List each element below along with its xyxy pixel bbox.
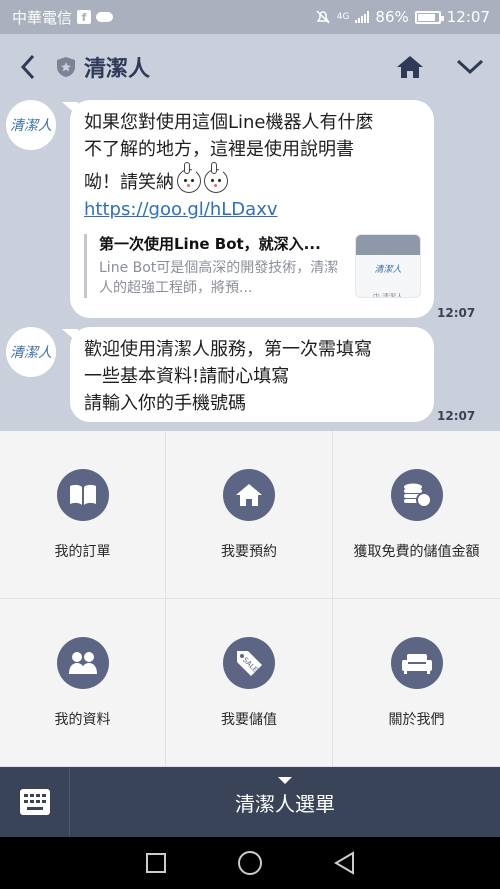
menu-item-booking[interactable]: 我要預約 — [166, 431, 333, 599]
system-nav-bar — [0, 837, 500, 889]
menu-item-label: 我的訂單 — [54, 544, 111, 560]
caret-down-icon — [278, 777, 292, 784]
menu-item-label: 我要預約 — [221, 544, 277, 560]
message-line: 呦！請笑納 — [84, 172, 174, 193]
chat-header: 清潔人 — [0, 34, 500, 100]
preview-thumbnail: 清潔人 中 清潔人 — [355, 234, 421, 298]
sale-tag-icon: SALE — [223, 637, 275, 689]
link-preview-card[interactable]: 第一次使用Line Bot，就深入... Line Bot可是個高深的開發技術，… — [84, 234, 421, 298]
menu-item-free-credit[interactable]: 獲取免費的儲值金額 — [333, 431, 500, 599]
battery-percent: 86% — [375, 8, 409, 26]
rich-menu-toggle[interactable]: 清潔人選單 — [70, 767, 500, 837]
avatar-text: 清潔人 — [10, 345, 52, 361]
facebook-icon: f — [77, 10, 92, 24]
book-icon — [56, 469, 109, 521]
users-icon — [56, 637, 109, 689]
carrier-label: 中華電信 — [12, 8, 73, 27]
thumb-subtitle: 中 清潔人 — [372, 293, 404, 298]
home-button[interactable] — [380, 34, 440, 100]
home-icon — [223, 469, 275, 521]
circle-icon[interactable] — [237, 850, 263, 876]
message-time: 12:07 — [437, 409, 476, 423]
official-account-shield-icon — [57, 57, 75, 77]
bunny-emoji-icon — [177, 162, 201, 193]
keyboard-icon — [19, 789, 50, 815]
expand-button[interactable] — [440, 34, 500, 100]
menu-item-label: 關於我們 — [388, 712, 445, 728]
chevron-down-icon — [456, 59, 484, 75]
message-time: 12:07 — [437, 306, 476, 320]
back-arrow-icon — [20, 54, 35, 80]
message-line: 請輸入你的手機號碼 — [84, 393, 246, 414]
menu-item-label: 獲取免費的儲值金額 — [353, 544, 480, 560]
cloud-icon — [96, 12, 114, 22]
menu-item-about-us[interactable]: 關於我們 — [333, 599, 500, 767]
back-button[interactable] — [0, 34, 56, 100]
menu-item-label: 我的資料 — [54, 712, 111, 728]
keyboard-button[interactable] — [0, 767, 70, 837]
chat-title: 清潔人 — [84, 57, 151, 82]
message-line: 一些基本資料!請耐心填寫 — [84, 366, 290, 387]
network-type: 4G — [336, 11, 350, 22]
coins-icon — [390, 469, 443, 521]
message-link[interactable]: https://goo.gl/hLDaxv — [84, 199, 278, 220]
menu-item-my-orders[interactable]: 我的訂單 — [0, 431, 166, 599]
back-triangle-icon[interactable] — [333, 851, 355, 875]
clock: 12:07 — [446, 8, 490, 26]
avatar-text: 清潔人 — [10, 118, 52, 134]
rich-menu-title: 清潔人選單 — [235, 791, 335, 816]
bunny-emoji-icon — [204, 162, 228, 193]
message-bubble: 歡迎使用清潔人服務，第一次需填寫 一些基本資料!請耐心填寫 請輸入你的手機號碼 — [70, 327, 434, 422]
battery-fill — [417, 13, 435, 21]
message-line: 不了解的地方，這裡是使用說明書 — [84, 139, 354, 160]
sofa-icon — [390, 637, 443, 689]
square-icon[interactable] — [145, 852, 167, 874]
mute-icon — [316, 10, 330, 24]
menu-item-top-up[interactable]: SALE 我要儲值 — [166, 599, 333, 767]
rich-menu: 我的訂單 我要預約 獲取免費的儲值金額 我的資料 SALE 我要儲值 關於我們 — [0, 431, 500, 767]
thumb-title: 清潔人 — [374, 265, 402, 275]
battery-icon — [414, 10, 444, 24]
home-icon — [397, 56, 423, 78]
preview-title: 第一次使用Line Bot，就深入... — [99, 235, 321, 253]
thumb-header — [356, 235, 420, 255]
preview-description: Line Bot可是個高深的開發技術，清潔人的超強工程師，將預... — [99, 260, 339, 296]
signal-icon — [355, 11, 370, 23]
bot-avatar[interactable]: 清潔人 — [6, 327, 56, 377]
status-bar: 中華電信 f 4G 86% 12:07 — [0, 0, 500, 34]
menu-item-label: 我要儲值 — [221, 712, 277, 728]
menu-item-my-profile[interactable]: 我的資料 — [0, 599, 166, 767]
message-bubble: 如果您對使用這個Line機器人有什麼 不了解的地方，這裡是使用說明書 呦！請笑納… — [70, 100, 434, 318]
message-line: 歡迎使用清潔人服務，第一次需填寫 — [84, 339, 372, 360]
bot-avatar[interactable]: 清潔人 — [6, 100, 56, 150]
bottom-bar: 清潔人選單 — [0, 767, 500, 837]
message-line: 如果您對使用這個Line機器人有什麼 — [84, 112, 374, 133]
